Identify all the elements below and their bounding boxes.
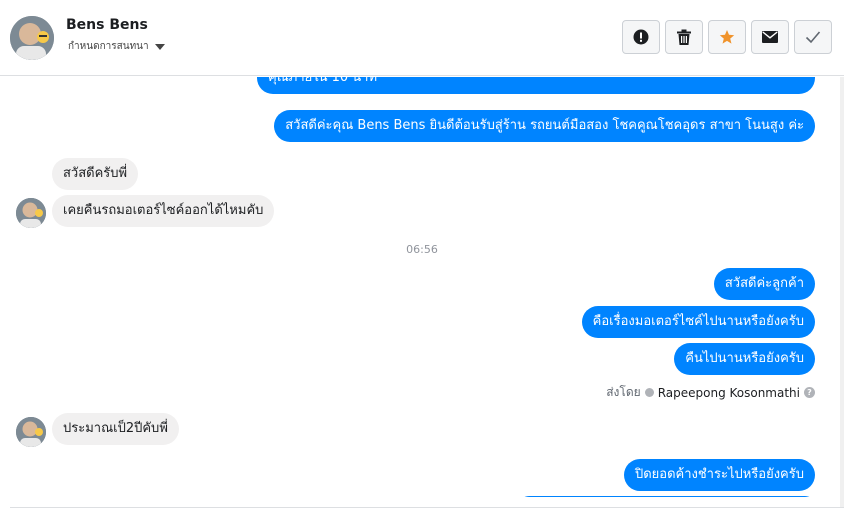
envelope-icon	[762, 31, 778, 43]
delete-button[interactable]	[665, 20, 703, 54]
message-outgoing: สวัสดีค่ะคุณ Bens Bens ยินดีต้อนรับสู่ร้…	[274, 110, 815, 142]
caret-down-icon	[154, 43, 165, 50]
message-incoming: สวัสดีครับพี่	[52, 158, 139, 190]
mark-spam-button[interactable]	[622, 20, 660, 54]
action-toolbar	[622, 20, 832, 54]
message-outgoing: คืนไปนานหรือยังครับ	[674, 343, 815, 375]
assign-label: กำหนดการสนทนา	[68, 41, 149, 52]
contact-avatar-small	[16, 198, 46, 228]
star-button[interactable]	[708, 20, 746, 54]
sent-by-name[interactable]: Rapeepong Kosonmathi	[658, 386, 800, 400]
star-icon	[719, 30, 735, 44]
message-outgoing: ปิดยอดค้างชำระไปหรือยังครับ	[623, 459, 815, 491]
message-outgoing-partial	[519, 496, 815, 497]
message-incoming: เคยคืนรถมอเตอร์ไซค์ออกได้ไหมคับ	[52, 195, 275, 227]
help-icon[interactable]: ?	[804, 387, 815, 398]
sent-by-line: ส่งโดย Rapeepong Kosonmathi ?	[606, 383, 815, 402]
timestamp: 06:56	[406, 243, 438, 256]
message-thread[interactable]: คุณภายใน 10 นาที สวัสดีค่ะคุณ Bens Bens …	[0, 77, 844, 497]
page-icon	[644, 388, 654, 397]
scrollbar-track[interactable]	[840, 77, 844, 507]
contact-name[interactable]: Bens Bens	[66, 17, 148, 33]
contact-avatar-small	[16, 417, 46, 447]
message-outgoing: คุณภายใน 10 นาที	[257, 77, 815, 94]
message-incoming: ประมาณเป็2ปีคับพี่	[52, 413, 179, 445]
assign-conversation-dropdown[interactable]: กำหนดการสนทนา	[68, 39, 165, 54]
trash-icon	[677, 29, 691, 45]
message-outgoing: คือเรื่องมอเตอร์ไซค์ไปนานหรือยังครับ	[581, 306, 815, 338]
mark-unread-button[interactable]	[751, 20, 789, 54]
message-outgoing: สวัสดีค่ะลูกค้า	[713, 268, 815, 300]
alert-icon	[633, 29, 649, 45]
contact-avatar[interactable]	[10, 16, 54, 60]
conversation-header: Bens Bens กำหนดการสนทนา	[0, 0, 844, 76]
composer-divider	[10, 507, 844, 508]
mark-done-button[interactable]	[794, 20, 832, 54]
check-icon	[805, 31, 821, 44]
sent-by-label: ส่งโดย	[606, 385, 641, 399]
